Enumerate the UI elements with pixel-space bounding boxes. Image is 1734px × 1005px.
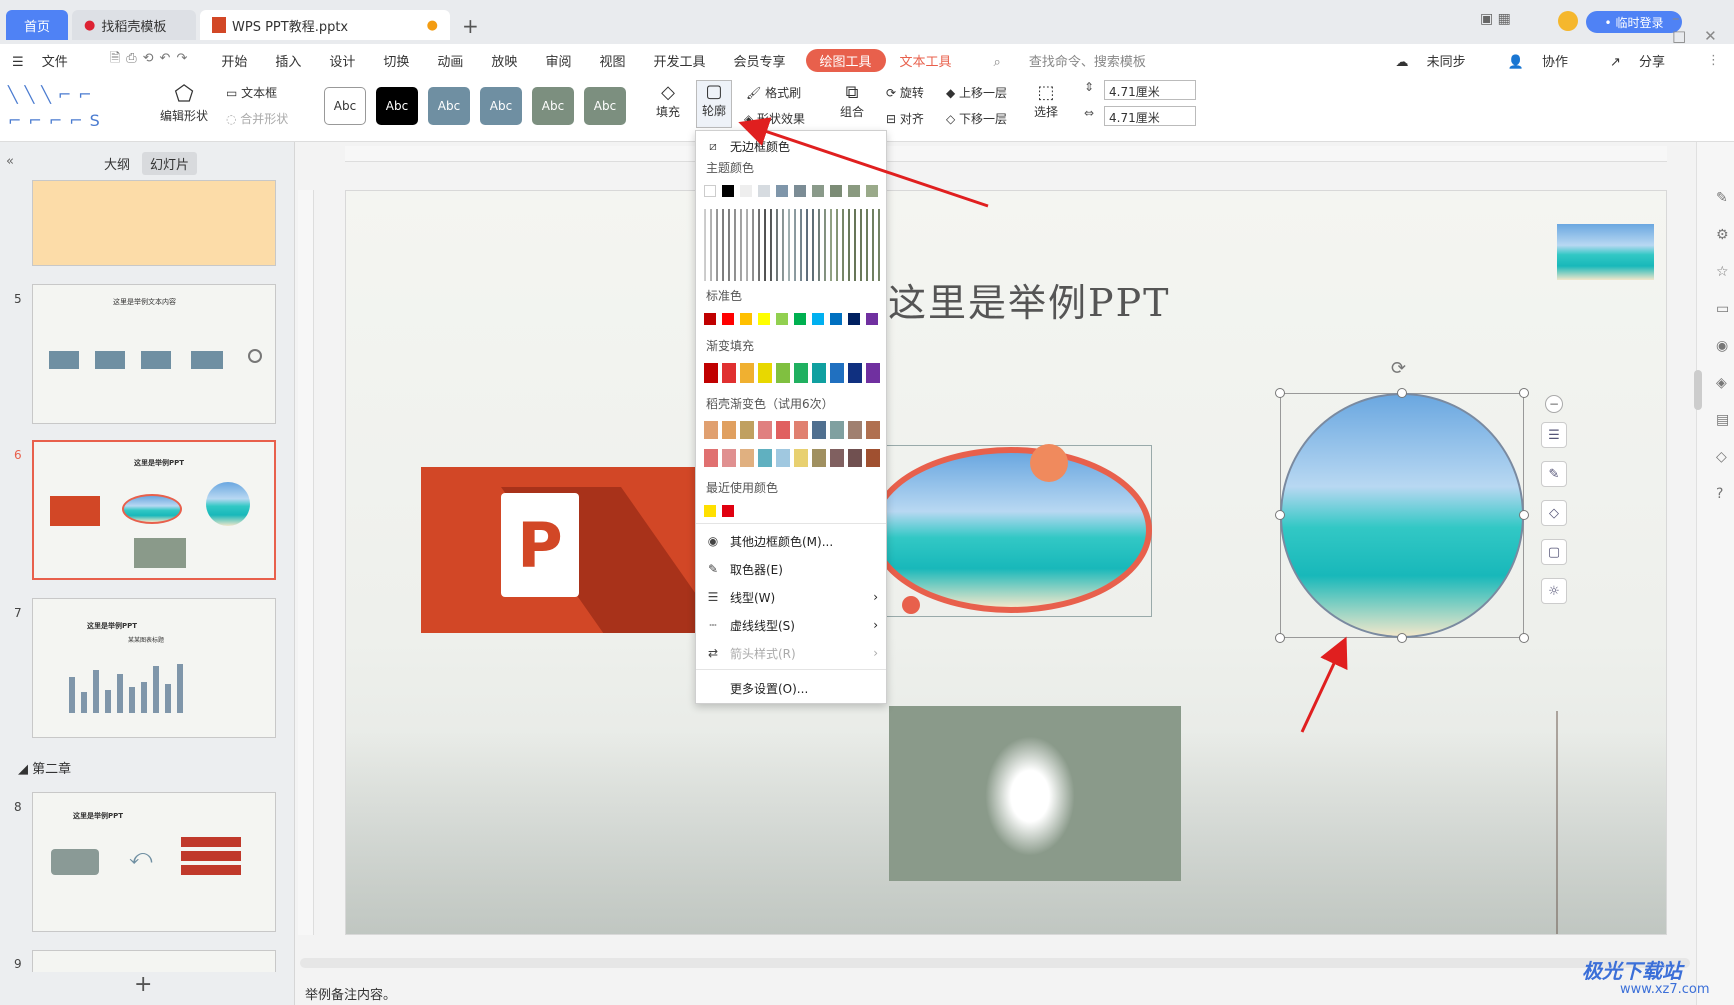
annotation-arrows <box>738 117 1348 733</box>
arrow-to-outline <box>738 117 989 208</box>
arrow-to-circle <box>1300 636 1348 733</box>
